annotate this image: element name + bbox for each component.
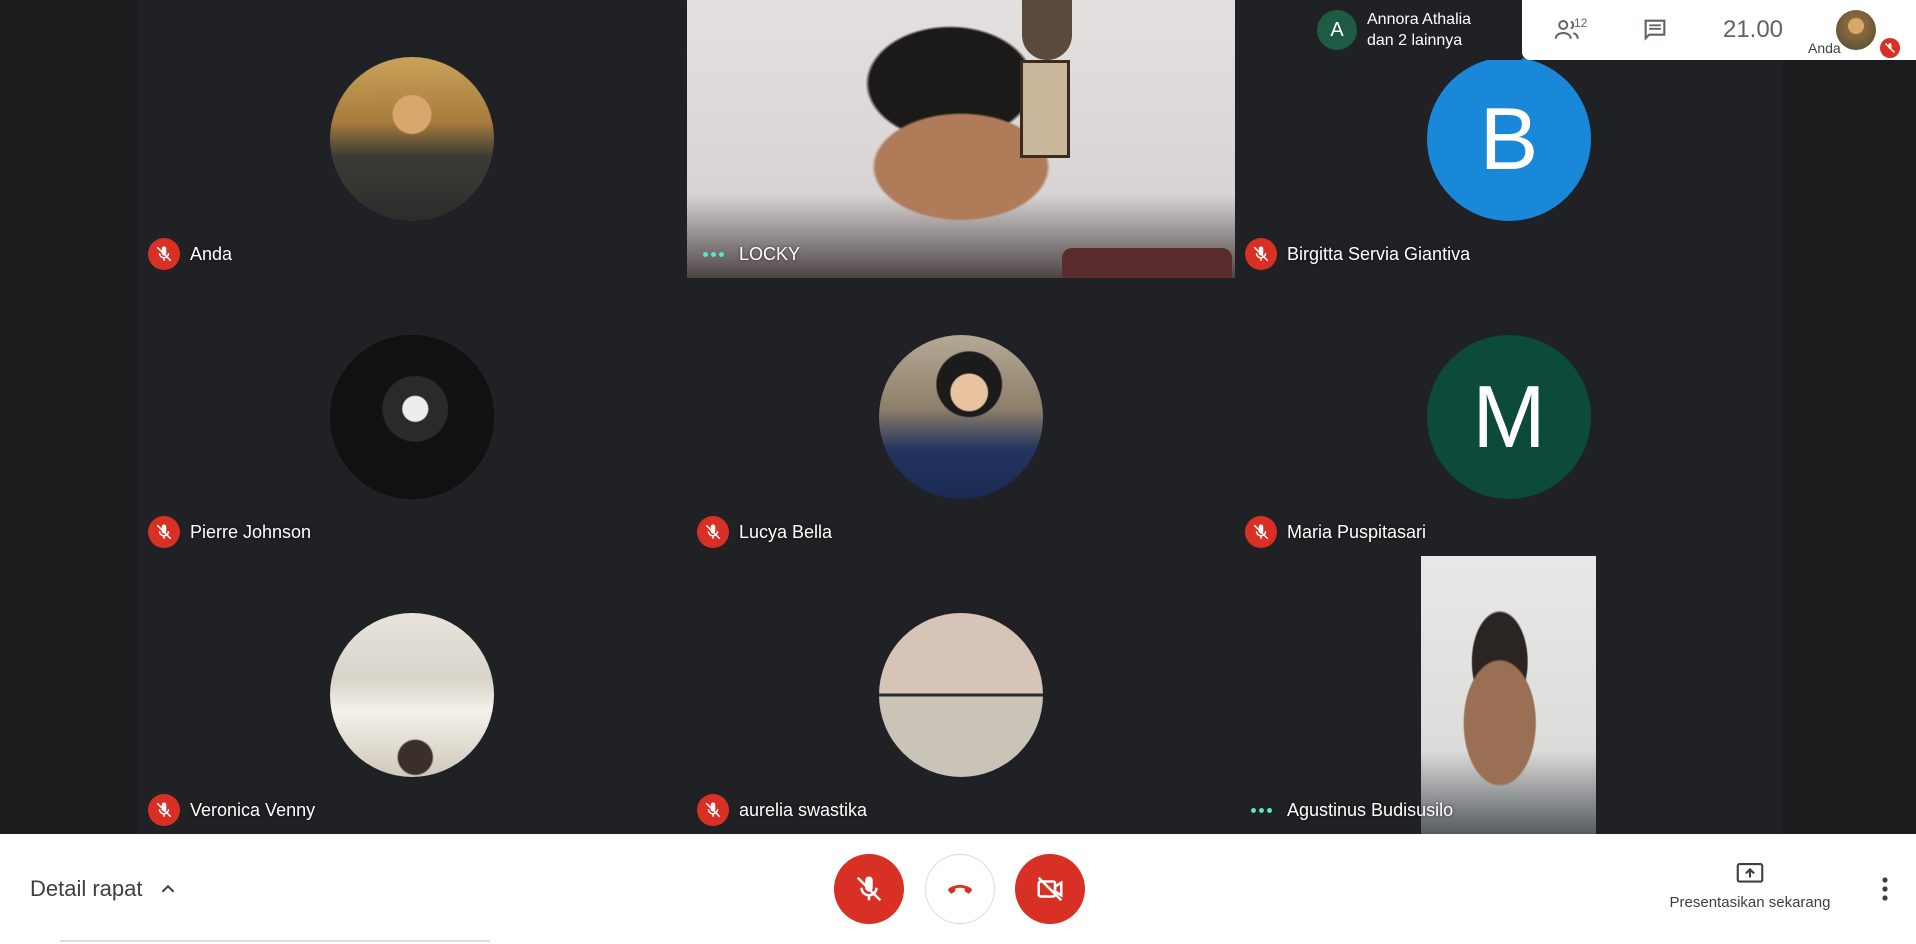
chip-avatar: A: [1317, 10, 1357, 50]
participant-photo: [879, 335, 1043, 499]
participant-name: Birgitta Servia Giantiva: [1287, 243, 1471, 264]
participant-name: Lucya Bella: [739, 521, 833, 542]
participant-name: Agustinus Budisusilo: [1287, 799, 1454, 820]
more-options-button[interactable]: [1870, 864, 1900, 914]
participant-video: [687, 0, 1235, 278]
meeting-clock: 21.00: [1722, 16, 1784, 43]
tile-pierre[interactable]: Pierre Johnson: [138, 278, 686, 556]
chip-line-1: Annora Athalia: [1367, 11, 1472, 28]
more-vert-icon: [1882, 877, 1888, 901]
speaking-indicator-icon: [1245, 794, 1277, 826]
participant-photo: [330, 335, 494, 499]
meeting-controls-bar: Detail rapat Presentasikan sekarang: [0, 834, 1916, 944]
speaking-indicator-icon: [697, 238, 729, 270]
participant-name: aurelia swastika: [739, 799, 868, 820]
meeting-stage: Anda LOCKY B Birgitta Servia Giantiva Pi…: [0, 0, 1916, 834]
participant-name: LOCKY: [739, 243, 801, 264]
chevron-up-icon: [161, 884, 174, 893]
meeting-details-label: Detail rapat: [30, 876, 143, 901]
participant-name: Anda: [190, 243, 233, 264]
chat-icon: [1644, 19, 1666, 41]
self-view-mini[interactable]: Anda: [1808, 0, 1916, 60]
self-mic-off-icon: [1880, 38, 1900, 58]
chat-button[interactable]: [1612, 0, 1698, 60]
top-toolbar: 12 21.00 Anda: [1522, 0, 1916, 60]
tile-lucya[interactable]: Lucya Bella: [687, 278, 1235, 556]
present-screen-icon: [1736, 863, 1764, 883]
mic-off-icon: [856, 876, 882, 902]
participant-photo: [330, 613, 494, 777]
tile-anda[interactable]: Anda: [138, 0, 686, 278]
mic-off-icon: [148, 238, 180, 270]
participant-name: Pierre Johnson: [190, 521, 312, 542]
self-label: Anda: [1808, 40, 1841, 56]
tile-aurelia[interactable]: aurelia swastika: [687, 556, 1235, 834]
participant-name: Veronica Venny: [190, 799, 316, 820]
tile-veronica[interactable]: Veronica Venny: [138, 556, 686, 834]
leave-call-button[interactable]: [925, 854, 995, 924]
participant-grid: Anda LOCKY B Birgitta Servia Giantiva Pi…: [138, 0, 1783, 834]
present-now-label: Presentasikan sekarang: [1669, 894, 1831, 911]
people-button[interactable]: 12: [1522, 0, 1612, 60]
mic-off-icon: [148, 794, 180, 826]
mic-off-icon: [697, 794, 729, 826]
self-avatar: [1836, 10, 1876, 50]
participant-photo: [879, 613, 1043, 777]
tile-locky[interactable]: LOCKY: [687, 0, 1235, 278]
chip-line-2: dan 2 lainnya: [1367, 32, 1463, 49]
tile-agustinus[interactable]: Agustinus Budisusilo: [1235, 556, 1783, 834]
divider: [60, 940, 490, 942]
participant-letter-avatar: B: [1427, 57, 1591, 221]
microphone-toggle-button[interactable]: [834, 854, 904, 924]
pinned-participants-chip[interactable]: A Annora Athalia dan 2 lainnya: [1307, 0, 1522, 60]
camera-off-icon: [1037, 876, 1063, 902]
mic-off-icon: [697, 516, 729, 548]
participant-name: Maria Puspitasari: [1287, 521, 1427, 542]
mic-off-icon: [148, 516, 180, 548]
meeting-details-button[interactable]: Detail rapat: [30, 834, 179, 944]
camera-toggle-button[interactable]: [1015, 854, 1085, 924]
hang-up-icon: [948, 885, 972, 894]
mic-off-icon: [1245, 516, 1277, 548]
present-now-button[interactable]: Presentasikan sekarang: [1660, 862, 1840, 911]
mic-off-icon: [1245, 238, 1277, 270]
participant-letter-avatar: M: [1427, 335, 1591, 499]
people-count-badge: 12: [1574, 16, 1588, 30]
participant-video: [1421, 556, 1596, 834]
participant-photo: [330, 57, 494, 221]
tile-maria[interactable]: M Maria Puspitasari: [1235, 278, 1783, 556]
